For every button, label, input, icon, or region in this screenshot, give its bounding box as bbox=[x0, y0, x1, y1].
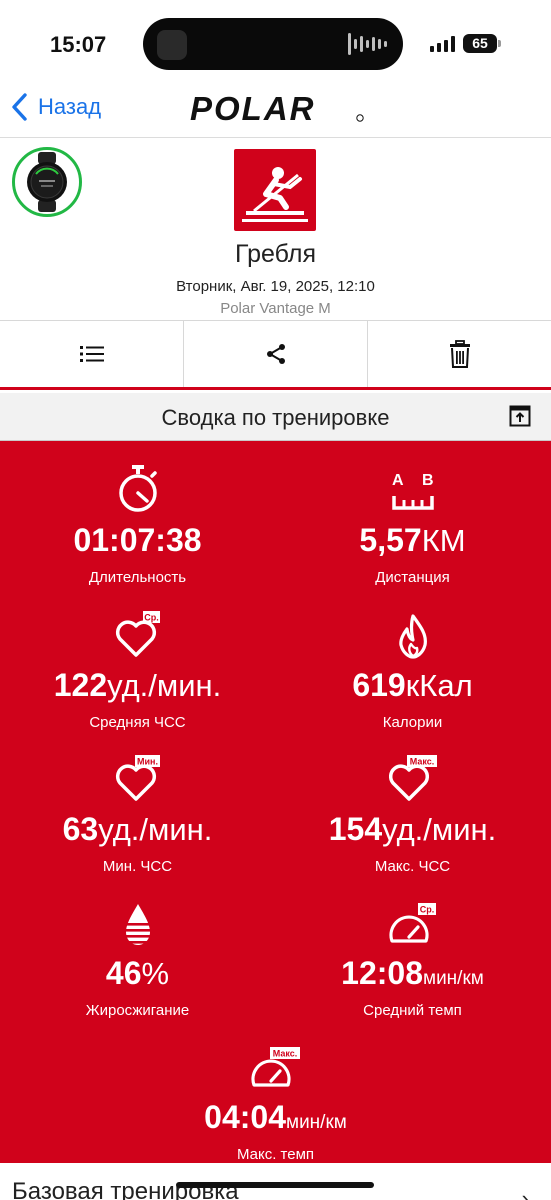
stat-duration: 01:07:38 Длительность bbox=[0, 454, 275, 586]
workout-date: Вторник, Авг. 19, 2025, 12:10 bbox=[176, 278, 375, 295]
status-bar: 15:07 65 bbox=[0, 0, 551, 86]
calories-unit: кКал bbox=[405, 668, 473, 703]
avg-hr-badge: Ср. bbox=[144, 613, 159, 623]
back-label: Назад bbox=[38, 94, 102, 119]
distance-ab-icon: A B bbox=[392, 472, 434, 510]
battery-icon: 65 bbox=[463, 34, 501, 53]
heart-max-icon: Макс. bbox=[388, 755, 437, 801]
stat-distance: A B 5,57КМ Дистанция bbox=[275, 454, 550, 586]
polar-logo: POLAR bbox=[190, 92, 364, 126]
action-bar bbox=[0, 320, 551, 390]
stat-max-hr: Макс. 154уд./мин. Макс. ЧСС bbox=[275, 743, 550, 875]
fat-burn-unit: % bbox=[141, 956, 170, 991]
speedometer-avg-icon: Ср. bbox=[388, 903, 436, 943]
list-icon bbox=[79, 346, 104, 362]
avg-pace-value: 12:08 bbox=[341, 955, 423, 991]
avg-pace-badge: Ср. bbox=[419, 905, 434, 915]
max-hr-unit: уд./мин. bbox=[382, 812, 497, 847]
fat-burn-drop-icon bbox=[125, 904, 150, 945]
max-hr-value: 154 bbox=[328, 811, 383, 847]
logo-text: POLAR bbox=[190, 92, 316, 126]
stopwatch-icon bbox=[118, 465, 157, 512]
stat-min-hr: Мин. 63уд./мин. Мин. ЧСС bbox=[0, 743, 275, 875]
share-icon bbox=[266, 344, 285, 364]
stat-fat-burn: 46% Жиросжигание bbox=[0, 887, 275, 1019]
dynamic-island bbox=[143, 18, 403, 70]
speedometer-max-icon: Макс. bbox=[250, 1047, 300, 1087]
chevron-right-icon[interactable]: › bbox=[522, 1186, 529, 1200]
now-playing-app-icon bbox=[157, 30, 187, 60]
stat-calories: 619кКал Калории bbox=[275, 599, 550, 731]
audio-wave-icon bbox=[348, 32, 387, 56]
flame-icon bbox=[398, 614, 427, 659]
min-hr-badge: Мин. bbox=[137, 757, 158, 767]
back-button[interactable]: Назад bbox=[10, 92, 101, 122]
sport-title: Гребля bbox=[235, 240, 316, 268]
max-pace-badge: Макс. bbox=[272, 1049, 297, 1059]
distance-value: 5,57 bbox=[359, 522, 422, 558]
calories-label: Калории bbox=[382, 714, 443, 731]
fat-burn-value: 46 bbox=[105, 955, 142, 991]
details-list-button[interactable] bbox=[0, 321, 183, 387]
distance-unit: КМ bbox=[421, 523, 466, 558]
min-hr-label: Мин. ЧСС bbox=[102, 858, 173, 875]
min-hr-unit: уд./мин. bbox=[98, 812, 213, 847]
summary-title: Сводка по тренировке bbox=[161, 405, 390, 430]
watch-icon bbox=[27, 152, 67, 212]
avg-hr-unit: уд./мин. bbox=[107, 668, 222, 703]
distance-label: Дистанция bbox=[375, 569, 450, 586]
avg-pace-label: Средний темп bbox=[363, 1002, 462, 1019]
stat-avg-hr: Ср. 122уд./мин. Средняя ЧСС bbox=[0, 599, 275, 731]
duration-value: 01:07:38 bbox=[73, 522, 202, 558]
home-indicator[interactable] bbox=[176, 1182, 374, 1188]
navigation-bar: Назад POLAR bbox=[0, 86, 551, 138]
status-time: 15:07 bbox=[50, 32, 107, 57]
watch-avatar[interactable] bbox=[12, 147, 82, 217]
distance-icon-a: A bbox=[392, 472, 404, 489]
device-name: Polar Vantage M bbox=[220, 300, 331, 317]
max-hr-label: Макс. ЧСС bbox=[374, 858, 451, 875]
calories-value: 619 bbox=[352, 667, 406, 703]
stat-max-pace: Макс. 04:04мин/км Макс. темп bbox=[138, 1031, 413, 1163]
chevron-left-icon bbox=[12, 93, 27, 121]
max-pace-value: 04:04 bbox=[204, 1099, 286, 1135]
training-summary-panel: 01:07:38 Длительность A B 5,57КМ Дистанц… bbox=[0, 441, 551, 1163]
delete-button[interactable] bbox=[367, 321, 551, 387]
fat-burn-label: Жиросжигание bbox=[85, 1002, 190, 1019]
avg-pace-unit: мин/км bbox=[423, 968, 484, 989]
stat-avg-pace: Ср. 12:08мин/км Средний темп bbox=[275, 887, 550, 1019]
share-button[interactable] bbox=[183, 321, 367, 387]
cellular-signal-icon bbox=[430, 35, 455, 52]
summary-header: Сводка по тренировке bbox=[0, 393, 551, 441]
export-icon[interactable] bbox=[509, 405, 531, 427]
rowing-icon bbox=[242, 167, 308, 222]
heart-min-icon: Мин. bbox=[115, 755, 160, 801]
max-hr-badge: Макс. bbox=[409, 757, 434, 767]
heart-avg-icon: Ср. bbox=[115, 611, 160, 657]
trash-icon bbox=[449, 340, 470, 368]
status-indicators: 65 bbox=[430, 34, 501, 53]
rowing-sport-icon bbox=[234, 149, 316, 231]
distance-icon-b: B bbox=[422, 472, 434, 489]
avg-hr-value: 122 bbox=[53, 667, 108, 703]
min-hr-value: 63 bbox=[62, 811, 99, 847]
max-pace-label: Макс. темп bbox=[236, 1146, 315, 1163]
max-pace-unit: мин/км bbox=[286, 1112, 347, 1133]
duration-label: Длительность bbox=[88, 569, 187, 586]
avg-hr-label: Средняя ЧСС bbox=[89, 714, 186, 731]
